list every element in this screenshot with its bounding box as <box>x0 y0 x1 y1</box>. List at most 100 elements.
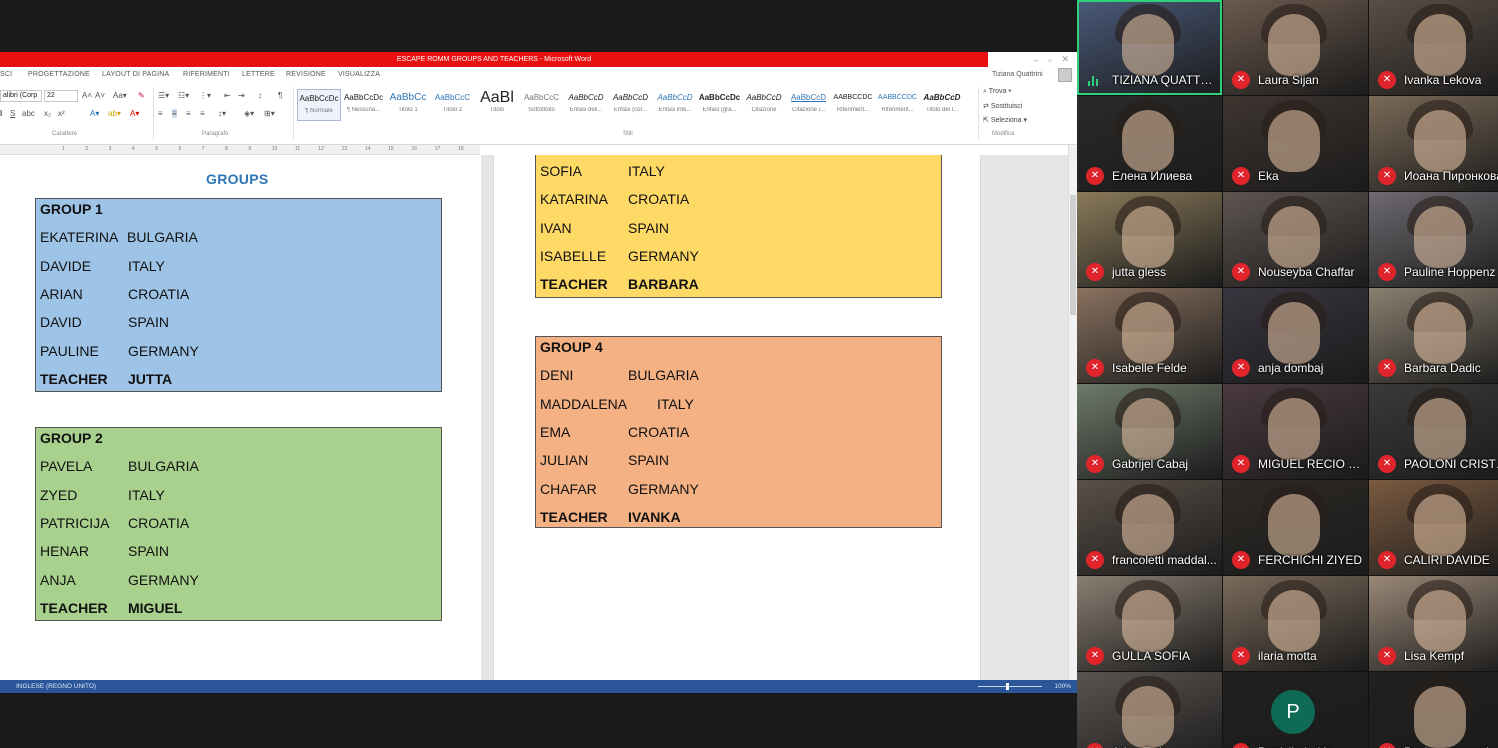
multilevel-icon[interactable]: ⋮▾ <box>199 91 211 100</box>
participant-tile[interactable]: ✕ PAOLONI CRISTIA... <box>1369 384 1498 479</box>
participant-tile[interactable]: ✕ Barbara Dadic <box>1369 288 1498 383</box>
style-option[interactable]: AaBbCcC Sottotitolo <box>520 89 564 121</box>
underline-icon[interactable]: S <box>10 109 15 118</box>
member-row: SOFIA ITALY <box>540 163 940 183</box>
style-option[interactable]: AaBbCcD Titolo del l... <box>920 89 964 121</box>
select-button[interactable]: ⇱ Seleziona ▾ <box>983 116 1027 124</box>
change-case-icon[interactable]: Aa▾ <box>113 91 127 100</box>
style-option[interactable]: AaBbCcDc ¶ Normale <box>297 89 341 121</box>
tab-review[interactable]: REVISIONE <box>286 71 326 78</box>
ruler[interactable]: 1 2 3 4 5 6 7 8 9 10 11 12 13 14 15 16 17 18 <box>0 145 480 155</box>
style-option[interactable]: AABBCCDC Riferiment... <box>831 89 875 121</box>
participant-tile[interactable]: ✕ Елена Илиева <box>1077 96 1222 191</box>
style-option[interactable]: AaBbCcDc Enfasi (gra... <box>698 89 742 121</box>
style-preview: AABBCCDC <box>833 94 873 101</box>
bullets-icon[interactable]: ☰▾ <box>158 91 169 100</box>
document-canvas[interactable]: GROUPS GROUP 1 EKATERINA BULGARIA DAVIDE ITA… <box>0 155 1068 680</box>
numbering-icon[interactable]: ☷▾ <box>178 91 189 100</box>
style-option[interactable]: AaBbCc Titolo 1 <box>386 89 430 121</box>
tab-design[interactable]: PROGETTAZIONE <box>28 71 90 78</box>
align-right-icon[interactable]: ≡ <box>186 109 191 118</box>
participant-tile[interactable]: ✕ anja dombaj <box>1223 288 1368 383</box>
align-center-icon[interactable]: ≡ <box>172 109 177 118</box>
highlight-icon[interactable]: ab▾ <box>108 109 121 118</box>
tab-mailings[interactable]: LETTERE <box>242 71 275 78</box>
style-option[interactable]: AaBbCcD Citazione i... <box>787 89 831 121</box>
participant-tile[interactable]: ✕ GULLA SOFIA <box>1077 576 1222 671</box>
participant-tile[interactable]: ✕ Laura Sijan <box>1223 0 1368 95</box>
style-option[interactable]: AaBbCcDc ¶ Nessuna... <box>342 89 386 121</box>
tab-layout[interactable]: LAYOUT DI PAGINA <box>102 71 169 78</box>
maximize-icon[interactable]: ▫ <box>1048 55 1051 65</box>
close-icon[interactable]: ✕ <box>1061 54 1069 65</box>
indent-decrease-icon[interactable]: ⇤ <box>224 91 231 100</box>
member-name: MADDALENA <box>540 395 628 412</box>
subscript-icon[interactable]: x₂ <box>44 109 51 118</box>
style-option[interactable]: AaBbCcD Citazione <box>742 89 786 121</box>
participant-tile[interactable]: ✕Pavi parvanovska <box>1369 672 1498 748</box>
sort-icon[interactable]: ↕ <box>258 91 262 100</box>
participant-tile[interactable]: ✕ Isabelle Felde <box>1077 288 1222 383</box>
style-option[interactable]: AaBl Titolo <box>475 89 519 121</box>
participant-tile[interactable]: ✕ Gabrijel Cabaj <box>1077 384 1222 479</box>
grow-font-icon[interactable]: A˄ <box>82 91 92 100</box>
participant-tile[interactable]: ✕ Иоана Пиронкова <box>1369 96 1498 191</box>
participant-tile[interactable]: ✕ Ivanka Lekova <box>1369 0 1498 95</box>
shading-icon[interactable]: ◈▾ <box>244 109 254 118</box>
font-size-field[interactable]: 22 <box>44 90 78 102</box>
tab-references[interactable]: RIFERIMENTI <box>183 71 230 78</box>
user-name[interactable]: Tiziana Quattrini <box>992 71 1043 78</box>
borders-icon[interactable]: ⊞▾ <box>264 109 275 118</box>
participant-tile[interactable]: ✕ francoletti maddal... <box>1077 480 1222 575</box>
participant-tile[interactable]: ✕Arian Toth <box>1077 672 1222 748</box>
participant-tile[interactable]: ✕ CALIRI DAVIDE <box>1369 480 1498 575</box>
participant-tile[interactable]: ✕ Pauline Hoppenz <box>1369 192 1498 287</box>
shrink-font-icon[interactable]: A˅ <box>95 91 105 100</box>
superscript-icon[interactable]: x² <box>58 109 65 118</box>
find-button[interactable]: ⌕ Trova ▾ <box>983 88 1011 96</box>
participant-tile[interactable]: ✕ ilaria motta <box>1223 576 1368 671</box>
zoom-level[interactable]: 100% <box>1054 683 1071 690</box>
strike-icon[interactable]: abc <box>22 109 35 118</box>
participant-tile[interactable]: ✕ Eka <box>1223 96 1368 191</box>
member-country: CROATIA <box>128 514 190 531</box>
tab-home[interactable]: SCI <box>0 71 12 78</box>
font-color-icon[interactable]: A▾ <box>130 109 139 118</box>
style-option[interactable]: AaBbCcD Enfasi inte... <box>653 89 697 121</box>
font-name-field[interactable]: alibri (Corp <box>0 90 42 102</box>
align-left-icon[interactable]: ≡ <box>158 109 163 118</box>
participant-tile[interactable]: ✕ jutta gless <box>1077 192 1222 287</box>
justify-icon[interactable]: ≡ <box>200 109 205 118</box>
clear-format-icon[interactable]: ✎ <box>138 91 145 100</box>
replace-button[interactable]: ⇄ Sostituisci <box>983 102 1022 110</box>
bold-icon[interactable]: I <box>0 109 2 118</box>
text-effects-icon[interactable]: A▾ <box>90 109 99 118</box>
mic-muted-icon: ✕ <box>1086 167 1104 185</box>
style-option[interactable]: AABBCCDC Riferiment... <box>876 89 920 121</box>
participant-tile[interactable]: ✕ Nouseyba Chaffar <box>1223 192 1368 287</box>
member-name: DAVIDE <box>40 257 92 274</box>
language-indicator[interactable]: INGLESE (REGNO UNITO) <box>16 683 96 690</box>
tab-view[interactable]: VISUALIZZA <box>338 71 380 78</box>
style-option[interactable]: AaBbCcC Titolo 2 <box>431 89 475 121</box>
avatar[interactable] <box>1058 68 1072 82</box>
participant-tile[interactable]: ✕ Lisa Kempf <box>1369 576 1498 671</box>
minimize-icon[interactable]: – <box>1033 55 1038 65</box>
line-spacing-icon[interactable]: ↕▾ <box>218 109 226 118</box>
participant-tile[interactable]: P✕Patricija Lukic <box>1223 672 1368 748</box>
participant-tile[interactable]: ✕ MIGUEL RECIO SE... <box>1223 384 1368 479</box>
screen: ESCAPE ROMM GROUPS AND TEACHERS - Micros… <box>0 0 1498 748</box>
participant-tile[interactable]: TIZIANA QUATTRI... <box>1077 0 1222 95</box>
vertical-scrollbar[interactable] <box>1068 145 1077 680</box>
style-option[interactable]: AaBbCcD Enfasi deli... <box>564 89 608 121</box>
indent-increase-icon[interactable]: ⇥ <box>238 91 245 100</box>
page[interactable]: SOFIA ITALY KATARINA CROATIA IVAN SPAIN ISABEL… <box>493 155 981 680</box>
page[interactable]: GROUPS GROUP 1 EKATERINA BULGARIA DAVIDE ITA… <box>0 155 481 680</box>
zoom-slider-thumb[interactable] <box>1006 683 1009 690</box>
participant-tile[interactable]: ✕ FERCHICHI ZIYED <box>1223 480 1368 575</box>
zoom-slider[interactable] <box>978 686 1042 687</box>
member-name: KATARINA <box>540 191 608 208</box>
pilcrow-icon[interactable]: ¶ <box>278 91 282 100</box>
scrollbar-thumb[interactable] <box>1070 195 1076 315</box>
style-option[interactable]: AaBbCcD Enfasi (cor... <box>609 89 653 121</box>
